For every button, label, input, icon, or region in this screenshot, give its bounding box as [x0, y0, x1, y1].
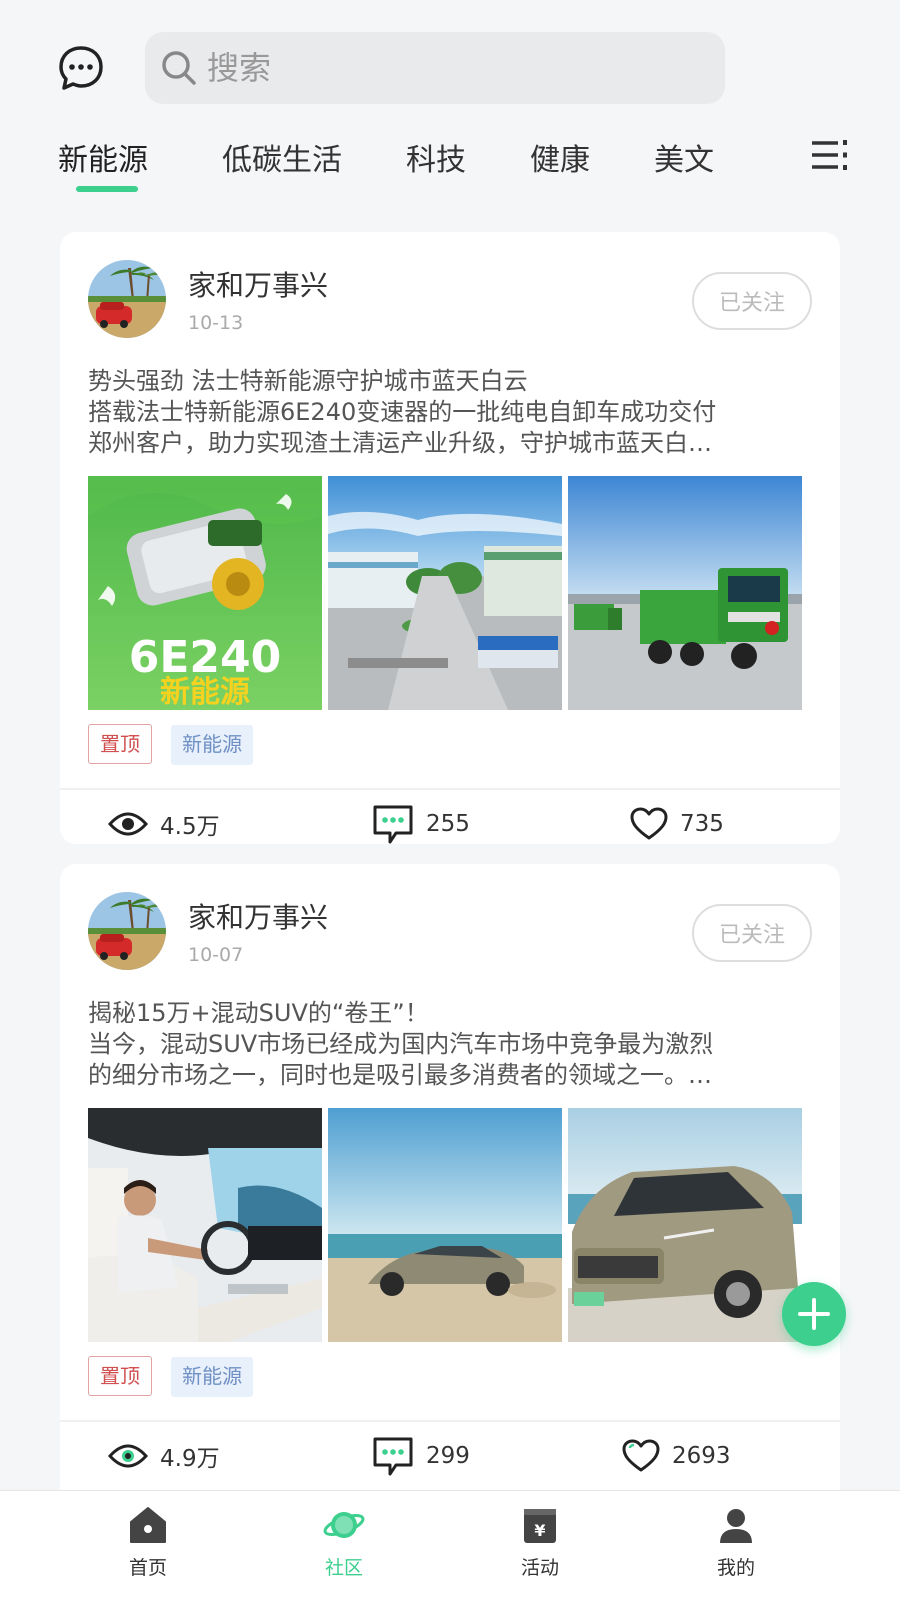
- divider: [60, 788, 840, 790]
- search-icon: [162, 51, 196, 85]
- heart-icon: [622, 1439, 660, 1472]
- view-count-value: 4.5万: [160, 814, 220, 840]
- follow-button[interactable]: 已关注: [692, 272, 812, 330]
- avatar[interactable]: [88, 260, 166, 338]
- create-post-button[interactable]: [782, 1282, 846, 1346]
- category-tabs: 新能源 低碳生活 科技 健康 美文: [0, 125, 900, 205]
- post-stats: 4.5万 255 735: [60, 792, 840, 854]
- bottom-nav: 首页 社区 ¥ 活动 我的: [0, 1490, 900, 1600]
- tab-low-carbon[interactable]: 低碳生活: [222, 135, 342, 179]
- post-image[interactable]: [88, 1108, 322, 1342]
- pin-tag: 置顶: [88, 1356, 152, 1396]
- post-tags: 置顶 新能源: [88, 724, 267, 765]
- post-body-line: 的细分市场之一，同时也是吸引最多消费者的领域之一。…: [88, 1061, 712, 1089]
- nav-item-activity[interactable]: ¥ 活动: [480, 1505, 600, 1591]
- category-tag[interactable]: 新能源: [171, 725, 254, 765]
- post-image[interactable]: 6E240 新能源: [88, 476, 322, 710]
- category-tag[interactable]: 新能源: [171, 1357, 254, 1397]
- comment-count[interactable]: 255: [372, 802, 470, 846]
- search-input[interactable]: [207, 49, 687, 87]
- post-title: 势头强劲 法士特新能源守护城市蓝天白云: [88, 367, 528, 395]
- comment-count-value: 255: [426, 811, 470, 837]
- plus-icon: [798, 1298, 830, 1330]
- divider: [60, 1420, 840, 1422]
- tab-technology[interactable]: 科技: [406, 135, 466, 179]
- nav-label-profile: 我的: [716, 1557, 755, 1579]
- comment-count[interactable]: 299: [372, 1434, 470, 1478]
- tab-essay[interactable]: 美文: [654, 135, 714, 179]
- author-name[interactable]: 家和万事兴: [188, 264, 328, 304]
- avatar[interactable]: [88, 892, 166, 970]
- post-image[interactable]: [328, 476, 562, 710]
- post-date: 10-13: [188, 312, 244, 334]
- planet-icon: [323, 1512, 365, 1538]
- post-card[interactable]: 家和万事兴 10-13 已关注 势头强劲 法士特新能源守护城市蓝天白云 搭载法士…: [60, 232, 840, 844]
- active-tab-indicator: [76, 186, 138, 192]
- post-body-line: 搭载法士特新能源6E240变速器的一批纯电自卸车成功交付: [88, 398, 717, 426]
- eye-icon: [108, 812, 148, 836]
- like-count-value: 2693: [672, 1443, 731, 1469]
- like-count[interactable]: 2693: [622, 1434, 731, 1478]
- post-image[interactable]: [568, 476, 802, 710]
- view-count: 4.9万: [108, 1434, 220, 1478]
- post-image[interactable]: [568, 1108, 802, 1342]
- header: [0, 0, 900, 120]
- eye-icon: [108, 1444, 148, 1468]
- post-card[interactable]: 家和万事兴 10-07 已关注 揭秘15万+混动SUV的“卷王”！ 当今，混动S…: [60, 864, 840, 1504]
- nav-item-community[interactable]: 社区: [284, 1505, 404, 1591]
- tab-new-energy[interactable]: 新能源: [58, 135, 148, 179]
- like-count[interactable]: 735: [630, 802, 724, 846]
- view-count-value: 4.9万: [160, 1446, 220, 1472]
- post-stats: 4.9万 299 2693: [60, 1424, 840, 1486]
- nav-label-home: 首页: [128, 1557, 167, 1579]
- svg-text:¥: ¥: [534, 1521, 545, 1540]
- post-body-line: 当今，混动SUV市场已经成为国内汽车市场中竞争最为激烈: [88, 1030, 714, 1058]
- pin-tag: 置顶: [88, 724, 152, 764]
- heart-icon: [630, 807, 668, 840]
- message-icon[interactable]: [58, 45, 104, 91]
- follow-button[interactable]: 已关注: [692, 904, 812, 962]
- author-name[interactable]: 家和万事兴: [188, 896, 328, 936]
- post-body-line: 郑州客户，助力实现渣土清运产业升级，守护城市蓝天白…: [88, 429, 712, 457]
- post-tags: 置顶 新能源: [88, 1356, 267, 1397]
- comment-icon: [373, 1437, 413, 1476]
- nav-label-activity: 活动: [520, 1557, 559, 1579]
- comment-count-value: 299: [426, 1443, 470, 1469]
- post-images: [88, 1108, 818, 1342]
- search-bar[interactable]: [145, 32, 725, 104]
- user-icon: [720, 1509, 752, 1543]
- post-content[interactable]: 揭秘15万+混动SUV的“卷王”！ 当今，混动SUV市场已经成为国内汽车市场中竞…: [88, 998, 818, 1091]
- view-count: 4.5万: [108, 802, 220, 846]
- post-title: 揭秘15万+混动SUV的“卷王”！: [88, 999, 429, 1027]
- activity-icon: ¥: [524, 1509, 556, 1543]
- nav-item-home[interactable]: 首页: [88, 1505, 208, 1591]
- nav-item-profile[interactable]: 我的: [676, 1505, 796, 1591]
- tab-health[interactable]: 健康: [530, 135, 590, 179]
- post-images: 6E240 新能源: [88, 476, 818, 710]
- post-image[interactable]: [328, 1108, 562, 1342]
- like-count-value: 735: [680, 811, 724, 837]
- post-date: 10-07: [188, 944, 244, 966]
- post-content[interactable]: 势头强劲 法士特新能源守护城市蓝天白云 搭载法士特新能源6E240变速器的一批纯…: [88, 366, 818, 459]
- tab-menu-icon[interactable]: [812, 137, 852, 173]
- nav-label-community: 社区: [324, 1557, 363, 1579]
- image-energy-text: 新能源: [160, 675, 250, 710]
- comment-icon: [373, 805, 413, 844]
- home-icon: [130, 1507, 166, 1543]
